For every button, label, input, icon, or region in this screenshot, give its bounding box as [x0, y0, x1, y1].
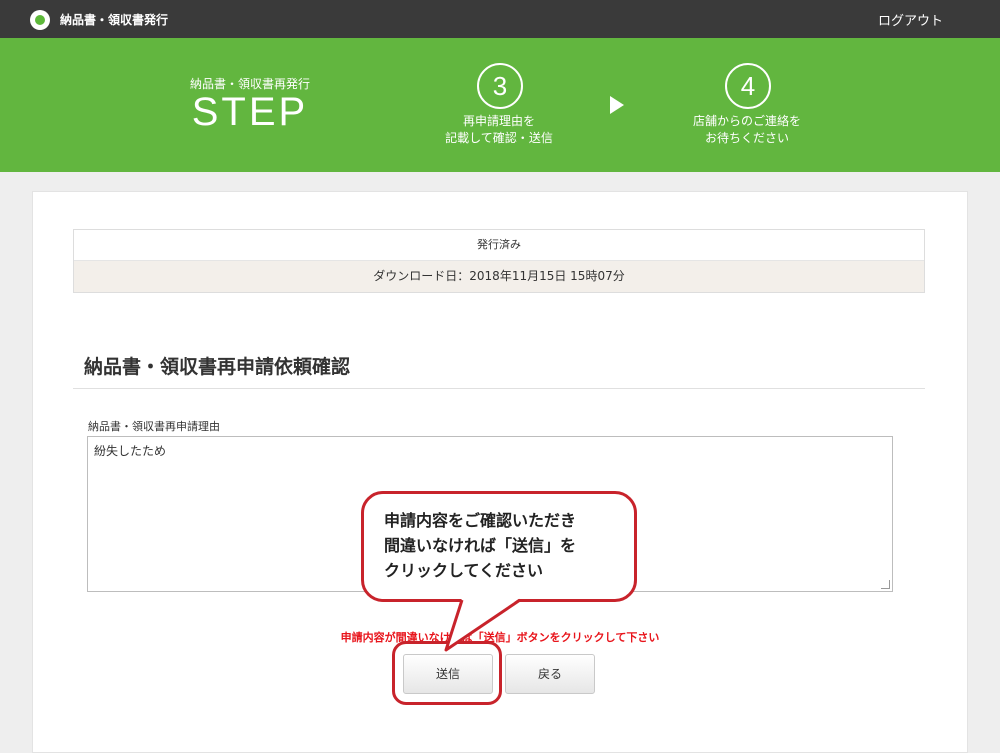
step-4-line-1: 店舗からのご連絡を — [692, 114, 801, 128]
step-arrow-icon — [610, 96, 624, 114]
confirm-notice: 申請内容が間違いなければ「送信」ボタンをクリックして下さい — [340, 631, 660, 644]
callout-line-1: 申請内容をご確認いただき — [384, 511, 577, 530]
instruction-callout: 申請内容をご確認いただき 間違いなければ「送信」を クリックしてください — [361, 491, 637, 602]
submit-highlight-ring — [392, 641, 502, 705]
issue-status: 発行済み — [74, 230, 924, 261]
issue-status-box: 発行済み ダウンロード日：2018年11月15日 15時07分 — [73, 229, 925, 293]
step-banner: 納品書・領収書再発行 STEP 3 再申請理由を 記載して確認・送信 4 店舗か… — [0, 38, 1000, 172]
step-label: STEP — [191, 90, 309, 134]
page-title: 納品書・領収書再申請依頼確認 — [84, 356, 351, 378]
download-date: ダウンロード日：2018年11月15日 15時07分 — [74, 261, 924, 292]
callout-line-3: クリックしてください — [384, 561, 544, 580]
back-button[interactable]: 戻る — [505, 654, 595, 694]
reason-value: 紛失したため — [94, 444, 167, 458]
title-divider — [73, 388, 925, 389]
reason-label: 納品書・領収書再申請理由 — [88, 420, 220, 433]
top-bar: 納品書・領収書発行 ログアウト — [0, 0, 1000, 38]
step-3-line-1: 再申請理由を — [462, 114, 535, 128]
main-panel: 発行済み ダウンロード日：2018年11月15日 15時07分 納品書・領収書再… — [32, 191, 968, 753]
step-4-description: 店舗からのご連絡を お待ちください — [647, 113, 847, 147]
app-logo-icon — [30, 10, 50, 30]
step-4-number: 4 — [725, 63, 771, 109]
step-3-line-2: 記載して確認・送信 — [445, 131, 553, 145]
step-4-line-2: お待ちください — [704, 131, 789, 145]
app-title: 納品書・領収書発行 — [60, 13, 169, 27]
step-3-description: 再申請理由を 記載して確認・送信 — [399, 113, 599, 147]
step-3-number: 3 — [477, 63, 523, 109]
logout-link[interactable]: ログアウト — [878, 10, 943, 29]
callout-line-2: 間違いなければ「送信」を — [384, 536, 577, 555]
resize-grip-icon[interactable] — [881, 580, 890, 589]
